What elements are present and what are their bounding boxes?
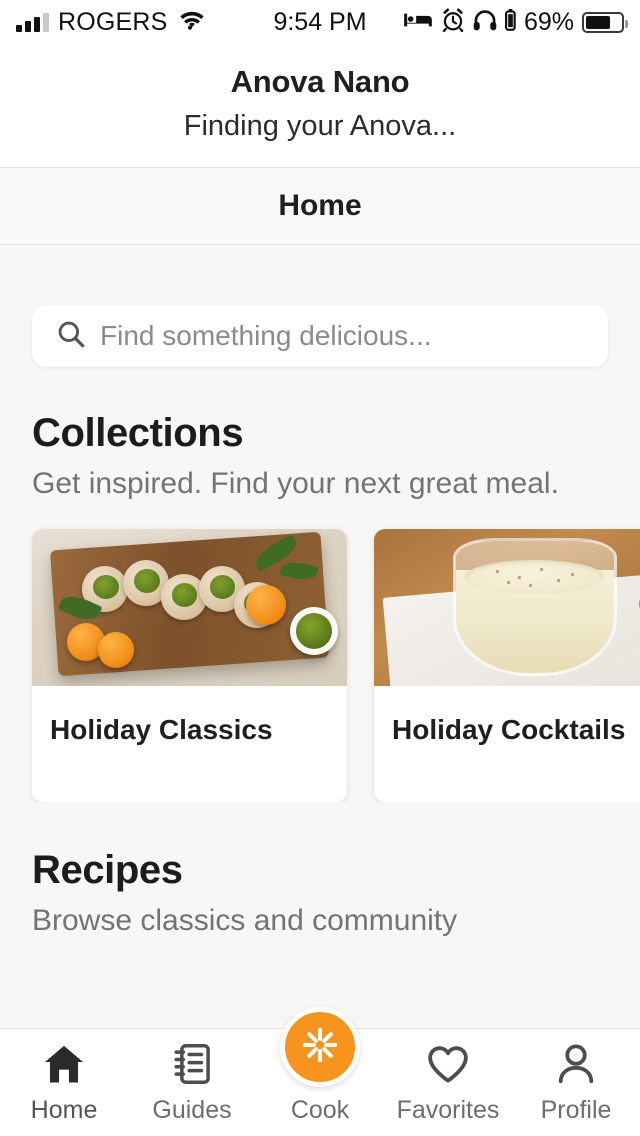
collection-card[interactable]: Holiday Cocktails [374, 528, 640, 802]
status-bar: ROGERS 9:54 PM 69% [0, 0, 640, 44]
collections-title: Collections [32, 411, 244, 455]
status-bar-right: 69% [403, 7, 628, 37]
tab-cook[interactable]: Cook [256, 1007, 384, 1125]
battery-icon [582, 11, 628, 33]
tab-home-label: Home [30, 1096, 98, 1124]
tab-favorites-label: Favorites [396, 1096, 500, 1124]
page-navbar: Home [0, 167, 640, 245]
status-bar-left: ROGERS [16, 8, 207, 37]
tab-guides-label: Guides [152, 1096, 232, 1124]
glass-shape [452, 538, 617, 677]
tab-favorites[interactable]: Favorites [384, 1041, 512, 1125]
app-screen: ROGERS 9:54 PM 69% Anova Nano Finding yo… [0, 0, 640, 1136]
home-icon [42, 1041, 86, 1087]
search-input[interactable]: Find something delicious... [32, 305, 608, 367]
search-placeholder: Find something delicious... [100, 320, 432, 351]
signal-bars-icon [16, 12, 49, 32]
collections-section: Collections Get inspired. Find your next… [0, 367, 640, 503]
alarm-clock-icon [441, 7, 465, 37]
page-title: Home [278, 189, 362, 222]
device-header: Anova Nano Finding your Anova... [0, 44, 640, 167]
notebook-icon [172, 1041, 212, 1087]
heart-icon [426, 1041, 470, 1087]
tab-cook-label: Cook [290, 1096, 350, 1124]
tab-home[interactable]: Home [0, 1041, 128, 1125]
collection-card[interactable]: Holiday Classics [32, 528, 347, 802]
recipes-subtitle: Browse classics and community [32, 903, 458, 937]
tab-profile[interactable]: Profile [512, 1041, 640, 1125]
recipes-section: Recipes Browse classics and community [0, 802, 640, 940]
tab-profile-label: Profile [540, 1096, 612, 1124]
collection-card-image [32, 528, 347, 686]
search-icon [56, 319, 86, 354]
bottom-tab-bar: Home Guides Cook Favorites Profile [0, 1007, 640, 1136]
person-icon [556, 1041, 596, 1087]
tab-guides[interactable]: Guides [128, 1041, 256, 1125]
carrier-label: ROGERS [58, 7, 168, 36]
cook-button[interactable] [280, 1007, 360, 1087]
collection-card-label: Holiday Classics [50, 713, 273, 745]
search-container: Find something delicious... [0, 283, 640, 367]
battery-percent-label: 69% [523, 7, 574, 36]
anova-burst-icon [299, 1024, 341, 1071]
headphone-battery-icon [504, 8, 516, 36]
device-name: Anova Nano [230, 64, 410, 99]
collections-carousel[interactable]: Holiday Classics Holiday Cocktails [0, 507, 640, 802]
recipes-title: Recipes [32, 847, 183, 892]
wifi-icon [177, 9, 207, 36]
collections-subtitle: Get inspired. Find your next great meal. [32, 467, 559, 500]
collection-card-image [374, 528, 640, 686]
bed-icon [403, 10, 433, 35]
headphones-icon [473, 9, 497, 36]
device-status-text: Finding your Anova... [183, 110, 457, 142]
collection-card-label: Holiday Cocktails [392, 713, 626, 745]
